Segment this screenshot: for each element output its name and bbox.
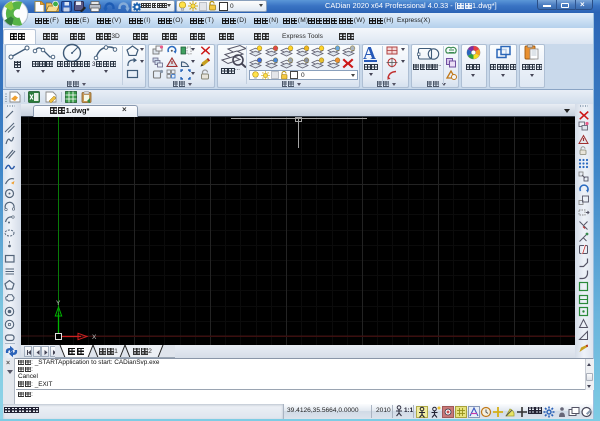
svg-text:X: X	[92, 334, 97, 341]
svg-text:Y: Y	[56, 300, 61, 307]
